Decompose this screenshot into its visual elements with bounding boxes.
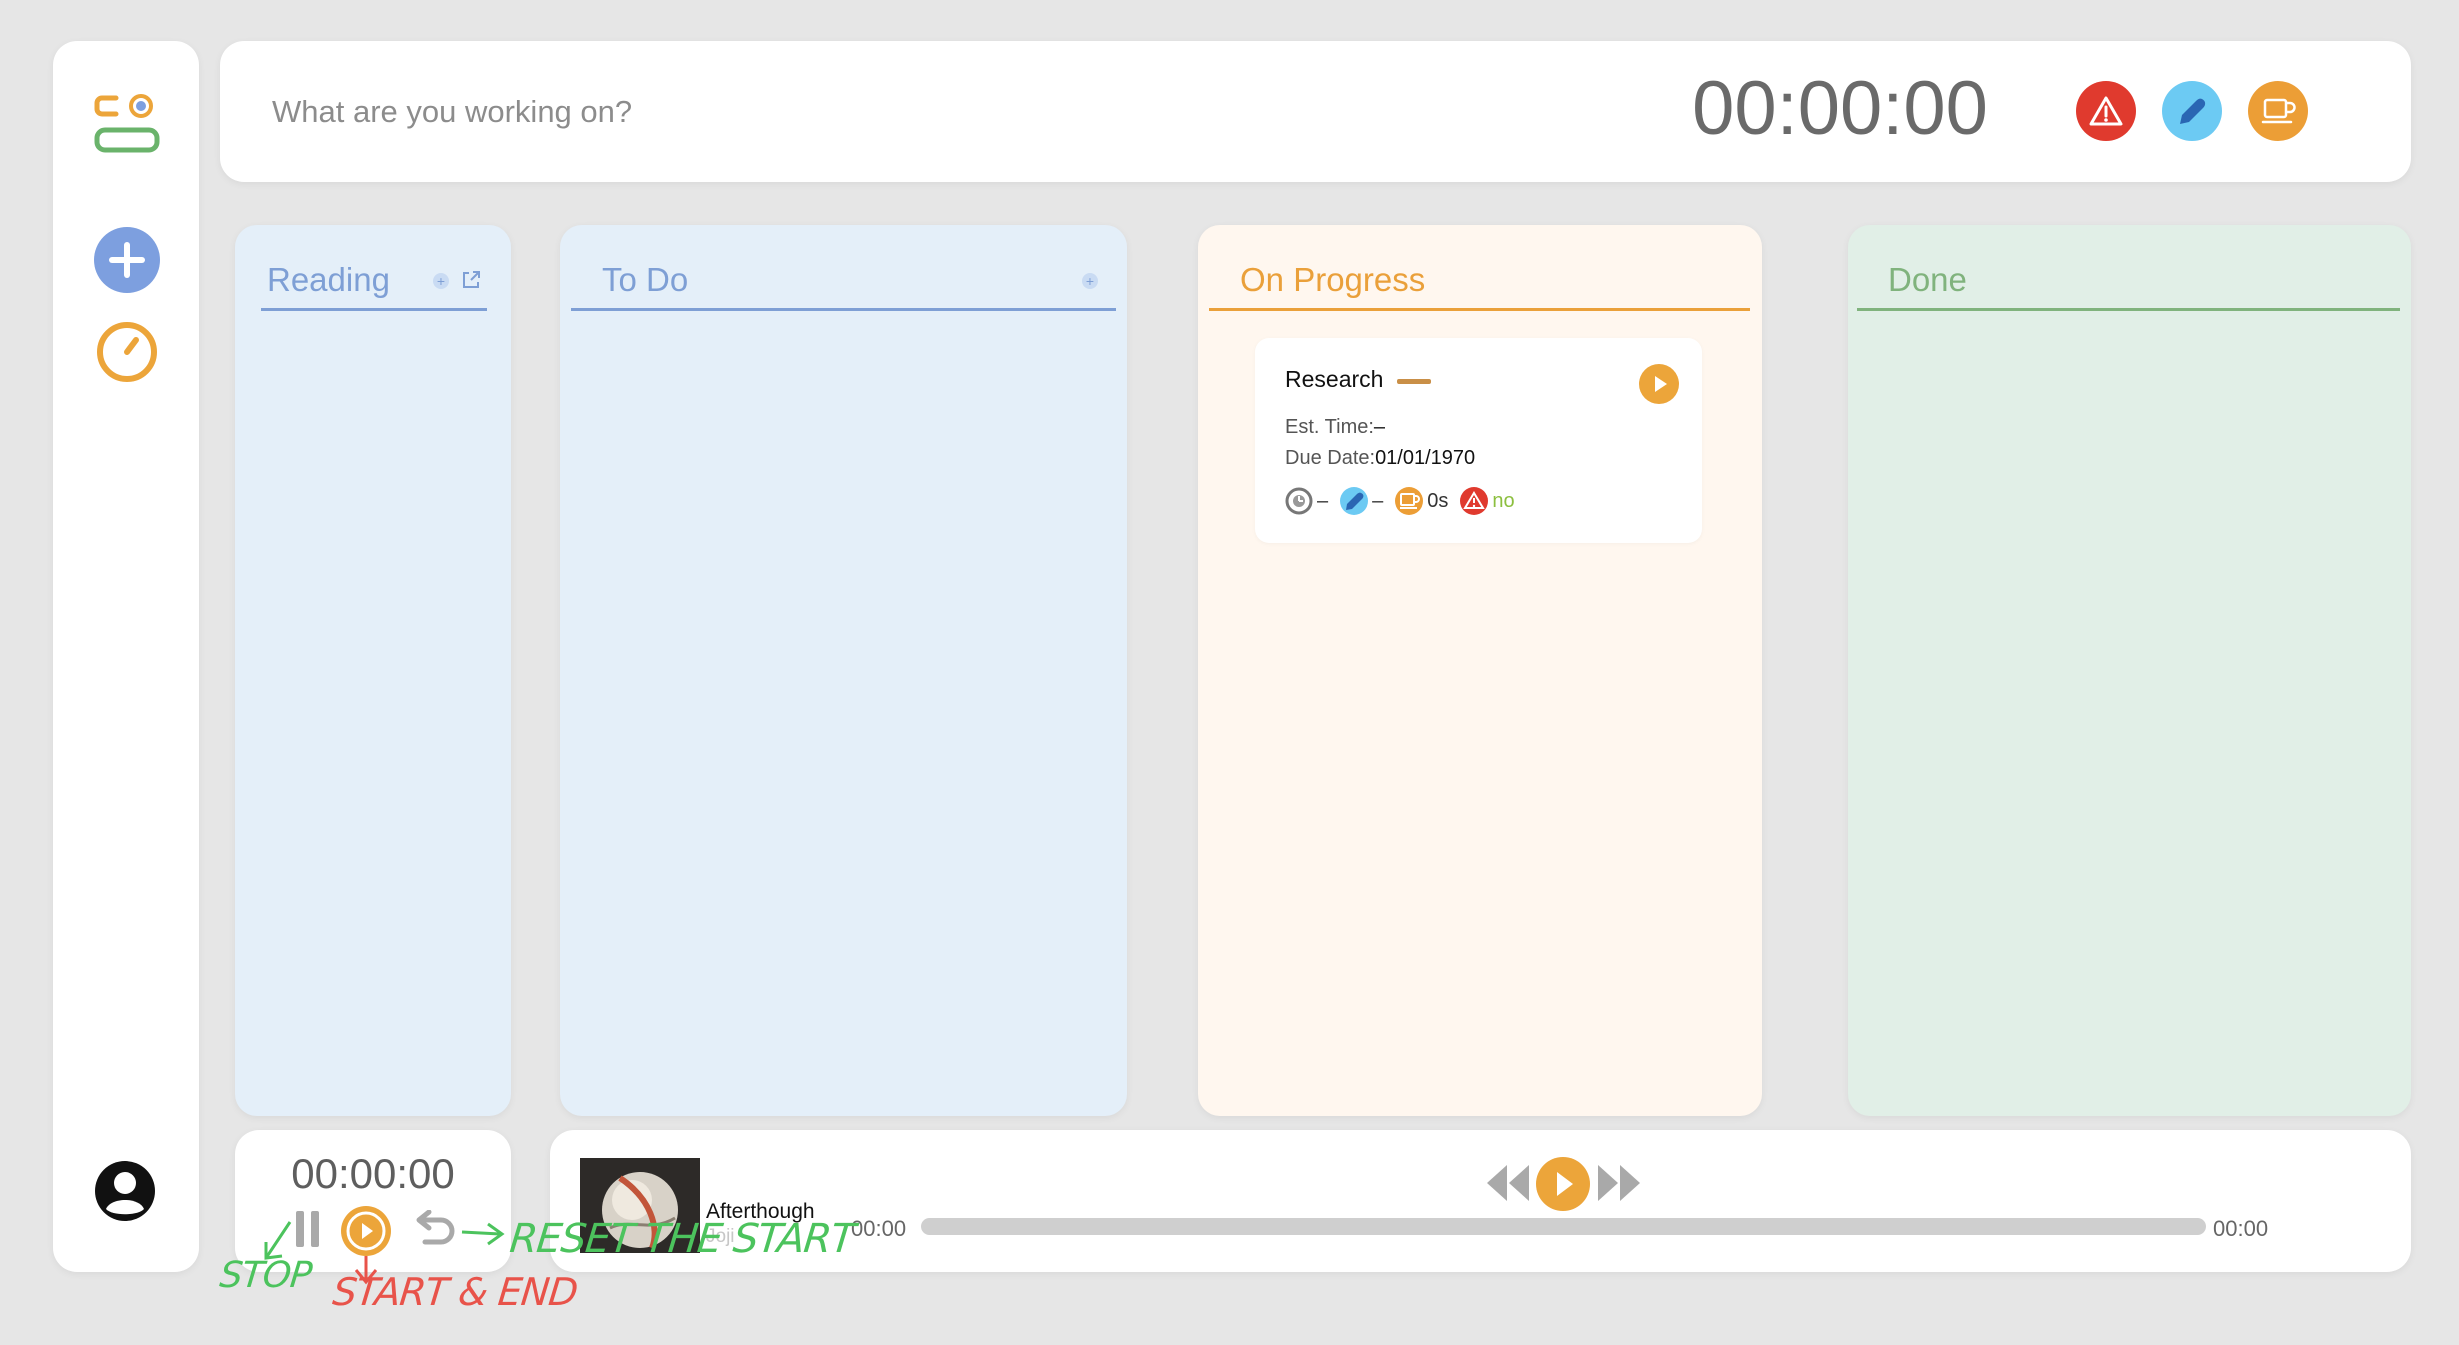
kanban-logo-icon[interactable] xyxy=(94,93,160,160)
main-timer-display: 00:00:00 xyxy=(1692,66,1988,151)
reset-button[interactable] xyxy=(411,1209,457,1255)
done-header-underline xyxy=(1857,308,2400,311)
current-time: 00:00 xyxy=(851,1216,907,1241)
on-progress-column: On Progress Research Est. Time:– Due Dat… xyxy=(1198,225,1762,1116)
task-card[interactable]: Research Est. Time:– Due Date:01/01/1970… xyxy=(1255,338,1702,543)
rewind-icon xyxy=(1487,1165,1529,1201)
clock-value: – xyxy=(1317,489,1329,512)
mini-timer-display: 00:00:00 xyxy=(291,1150,455,1197)
song-title: Afterthough xyxy=(706,1200,815,1223)
music-player: Afterthough Joji 00:00 00:00 xyxy=(550,1130,2411,1272)
todo-column: To Do + xyxy=(560,225,1127,1116)
est-time-value: – xyxy=(1373,416,1386,438)
annotation-start-end: START & END xyxy=(330,1270,580,1314)
est-time-label: Est. Time: xyxy=(1285,416,1374,438)
pen-icon xyxy=(1340,487,1369,515)
play-pause-button[interactable] xyxy=(1536,1157,1590,1211)
on-progress-column-title: On Progress xyxy=(1240,261,1426,298)
task-play-button[interactable] xyxy=(1639,364,1679,404)
play-icon xyxy=(346,1211,386,1251)
done-column-title: Done xyxy=(1888,261,1967,298)
task-meta-row: – – 0s no xyxy=(1285,486,1515,516)
done-column: Done xyxy=(1848,225,2411,1116)
pen-icon xyxy=(2180,98,2206,124)
play-icon xyxy=(1655,376,1667,392)
undo-icon xyxy=(416,1209,455,1245)
on-progress-header-underline xyxy=(1209,308,1750,311)
coffee-cup-icon xyxy=(1395,487,1424,515)
previous-track-button[interactable] xyxy=(1485,1160,1531,1211)
warning-icon xyxy=(2089,96,2123,126)
pen-value: – xyxy=(1372,489,1384,512)
top-bar: 00:00:00 xyxy=(220,41,2411,182)
user-profile-icon[interactable] xyxy=(93,1159,157,1228)
song-artist: Joji xyxy=(706,1226,735,1247)
stopwatch-icon[interactable] xyxy=(94,317,160,388)
next-track-button[interactable] xyxy=(1596,1160,1642,1211)
track-progress-bar[interactable] xyxy=(921,1218,2206,1235)
external-link-icon[interactable] xyxy=(460,269,482,296)
todo-column-title: To Do xyxy=(602,261,689,298)
start-end-button[interactable] xyxy=(341,1206,391,1256)
interruption-button[interactable] xyxy=(2076,81,2136,141)
task-title: Research xyxy=(1285,366,1384,392)
reading-column-title: Reading xyxy=(267,261,390,298)
add-todo-icon[interactable]: + xyxy=(1082,273,1098,289)
todo-header-underline xyxy=(571,308,1116,311)
fast-forward-icon xyxy=(1598,1165,1640,1201)
due-date-value: 01/01/1970 xyxy=(1375,447,1476,469)
pause-icon xyxy=(296,1211,319,1247)
due-date-row: Due Date:01/01/1970 xyxy=(1285,447,1475,470)
interruption-value: no xyxy=(1492,489,1515,512)
due-date-label: Due Date: xyxy=(1285,447,1376,469)
add-task-button[interactable] xyxy=(94,227,160,293)
pause-button[interactable] xyxy=(293,1209,323,1254)
reading-header-underline xyxy=(261,308,487,311)
mini-timer-panel: 00:00:00 xyxy=(235,1130,511,1272)
add-reading-icon[interactable]: + xyxy=(433,273,449,289)
break-button[interactable] xyxy=(2248,81,2308,141)
task-priority-dash xyxy=(1397,379,1431,384)
task-input[interactable] xyxy=(270,81,1174,143)
play-icon xyxy=(1557,1172,1573,1196)
coffee-cup-icon xyxy=(2261,98,2296,124)
total-time: 00:00 xyxy=(2213,1216,2269,1241)
warning-icon xyxy=(1460,487,1489,515)
break-value: 0s xyxy=(1427,489,1449,512)
clock-icon xyxy=(1285,487,1313,515)
album-art xyxy=(580,1158,700,1253)
focus-button[interactable] xyxy=(2162,81,2222,141)
reading-column: Reading + xyxy=(235,225,511,1116)
est-time-row: Est. Time:– xyxy=(1285,416,1385,439)
sidebar xyxy=(53,41,199,1272)
